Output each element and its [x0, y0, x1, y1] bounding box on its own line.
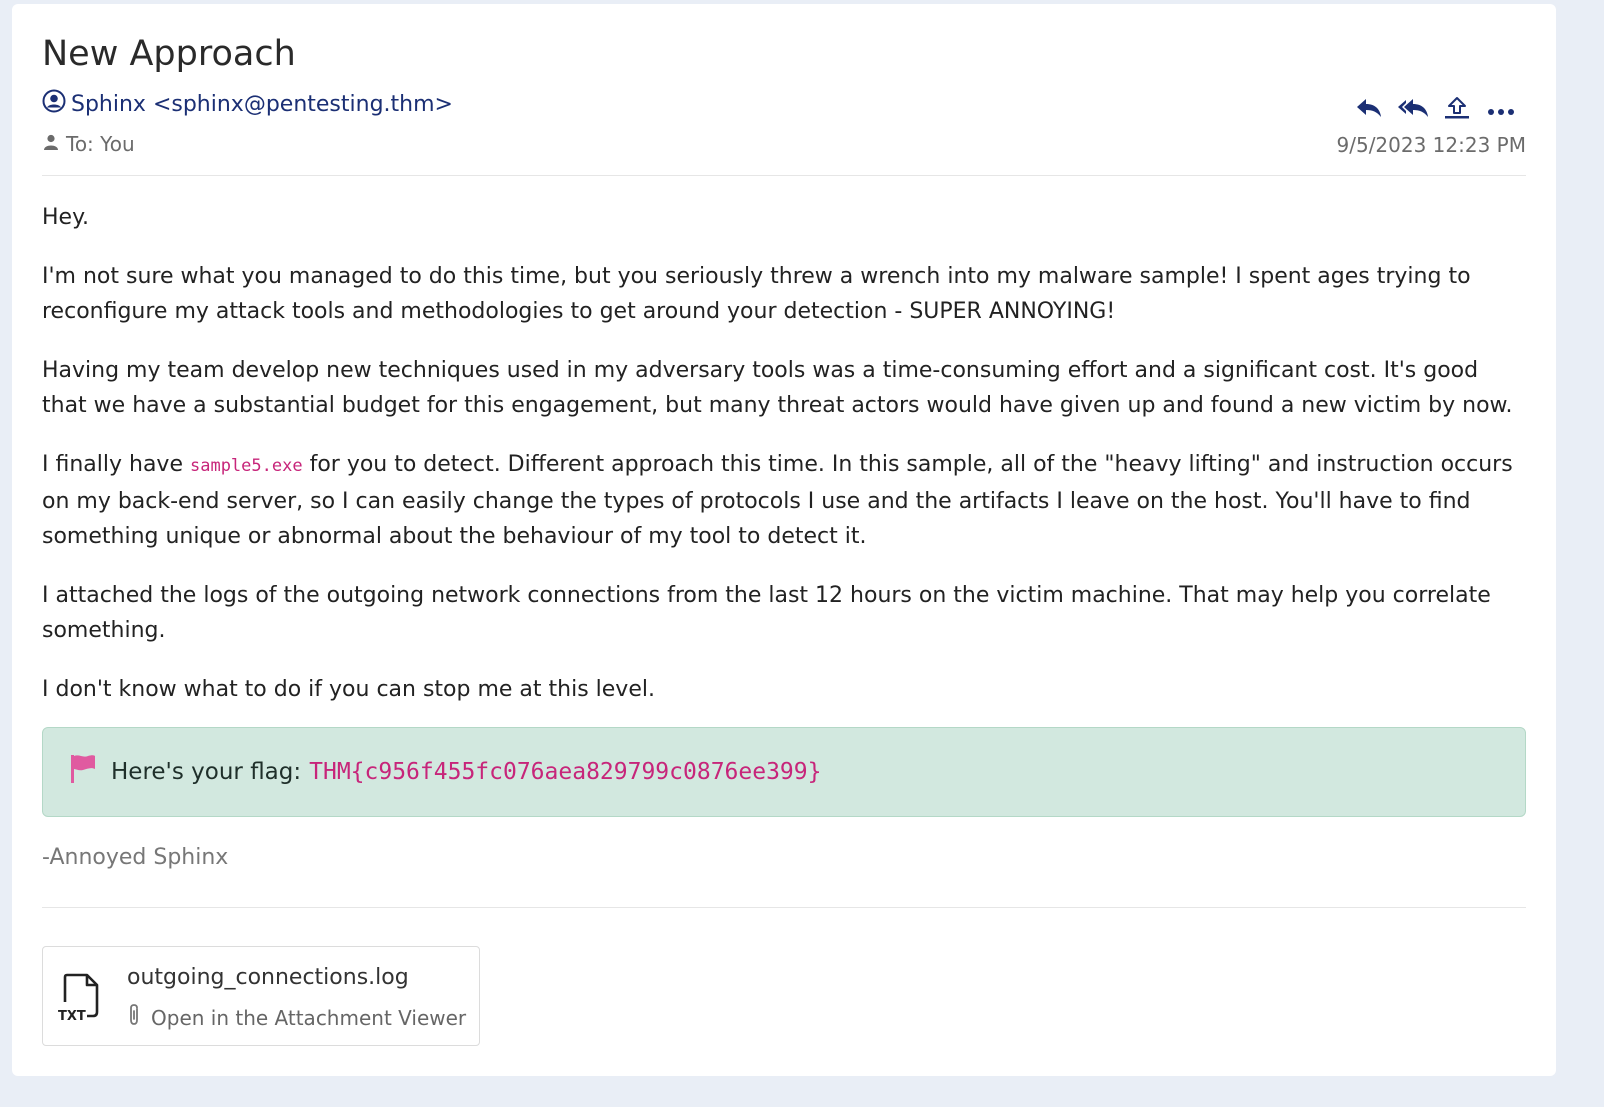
flag-value[interactable]: THM{c956f455fc076aea829799c0876ee399} — [309, 759, 821, 785]
email-signature: -Annoyed Sphinx — [42, 845, 229, 870]
forward-button[interactable] — [1442, 96, 1472, 124]
email-actions — [1354, 96, 1516, 124]
person-icon — [42, 132, 66, 156]
attachments-divider — [42, 907, 1526, 908]
reply-icon — [1355, 97, 1383, 123]
email-body: Hey. I'm not sure what you managed to do… — [42, 200, 1526, 731]
recipient-row: To: You — [42, 132, 135, 156]
ellipsis-icon — [1487, 101, 1515, 120]
sample-filename: sample5.exe — [189, 456, 303, 476]
body-paragraph: Having my team develop new techniques us… — [42, 358, 1513, 418]
open-attachment-link[interactable]: Open in the Attachment Viewer — [127, 1003, 466, 1032]
reply-all-icon — [1397, 97, 1429, 123]
email-subject: New Approach — [42, 34, 296, 74]
body-paragraph: I don't know what to do if you can stop … — [42, 677, 655, 702]
sender-row[interactable]: Sphinx <sphinx@pentesting.thm> — [42, 89, 453, 119]
body-paragraph: I finally have sample5.exe for you to de… — [42, 447, 1526, 554]
attachment-card[interactable]: TXT outgoing_connections.log Open in the… — [42, 946, 480, 1046]
body-text-span: I finally have — [42, 452, 190, 477]
body-greeting: Hey. — [42, 205, 89, 230]
more-button[interactable] — [1486, 96, 1516, 124]
email-date: 9/5/2023 12:23 PM — [1336, 133, 1527, 157]
open-attachment-label[interactable]: Open in the Attachment Viewer — [151, 1006, 466, 1030]
recipient-label: To: You — [66, 132, 135, 156]
txt-file-icon: TXT — [57, 972, 103, 1028]
user-circle-icon — [42, 89, 71, 119]
upload-icon — [1443, 96, 1471, 124]
attachment-filename[interactable]: outgoing_connections.log — [127, 965, 409, 990]
reply-button[interactable] — [1354, 96, 1384, 124]
reply-all-button[interactable] — [1398, 96, 1428, 124]
sender-address[interactable]: Sphinx <sphinx@pentesting.thm> — [71, 92, 453, 117]
body-paragraph: I'm not sure what you managed to do this… — [42, 264, 1471, 324]
header-divider — [42, 175, 1526, 176]
flag-icon — [69, 753, 111, 791]
body-paragraph: I attached the logs of the outgoing netw… — [42, 583, 1491, 643]
paperclip-icon — [127, 1003, 151, 1032]
email-card: New Approach Sphinx <sphinx@pentesting.t… — [12, 4, 1556, 1076]
svg-text:TXT: TXT — [58, 1009, 86, 1024]
flag-label: Here's your flag: — [111, 759, 302, 785]
flag-alert: Here's your flag: THM{c956f455fc076aea82… — [42, 727, 1526, 817]
